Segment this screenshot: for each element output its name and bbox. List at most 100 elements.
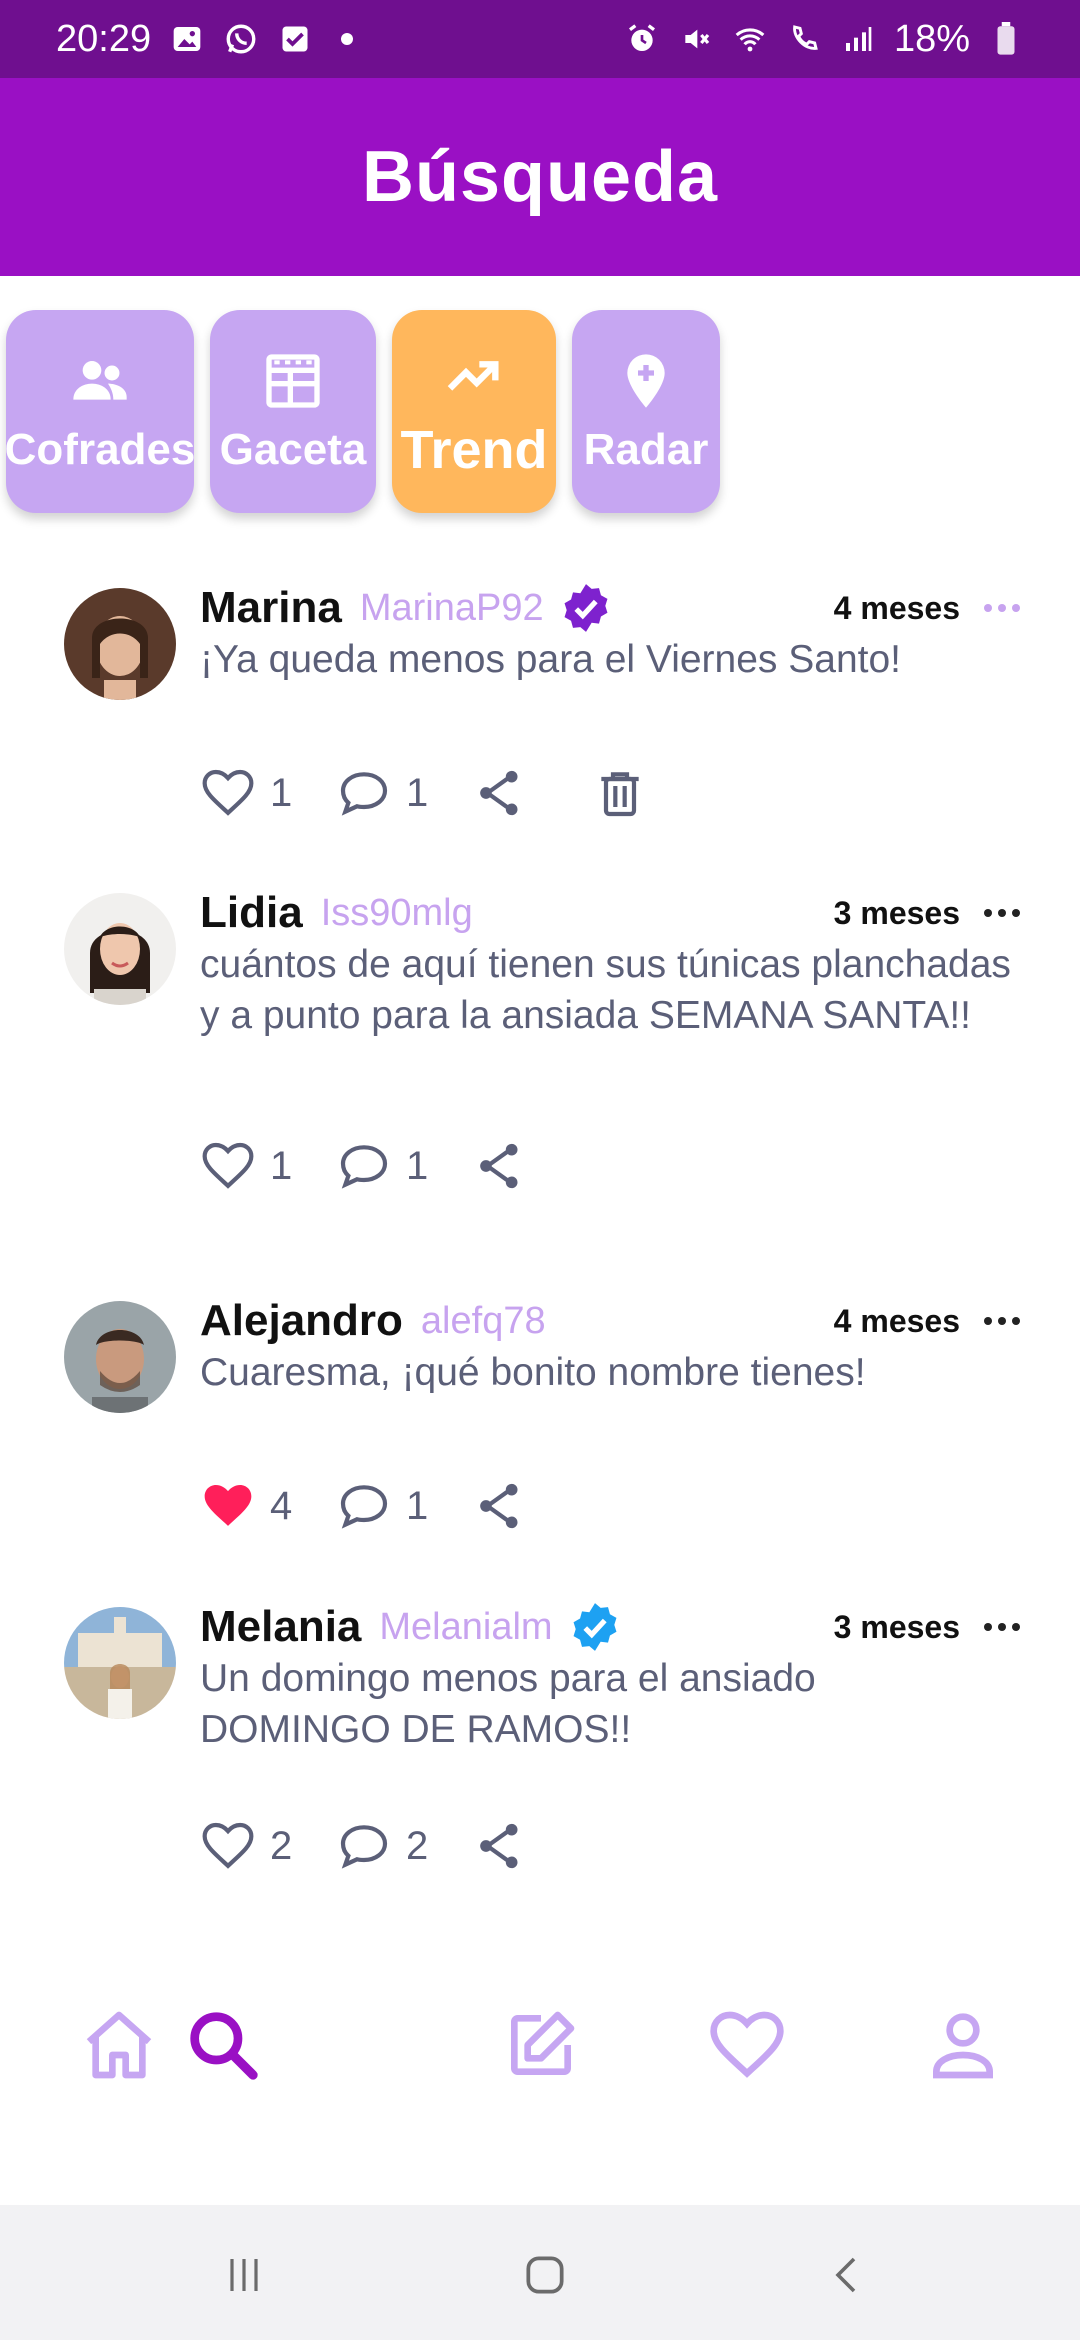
comment-icon xyxy=(340,1825,388,1869)
like-button[interactable]: 1 xyxy=(200,758,292,828)
author-name[interactable]: Marina xyxy=(200,583,342,633)
system-nav-bar xyxy=(0,2205,1080,2340)
more-options-icon[interactable] xyxy=(984,604,1020,612)
category-gaceta[interactable]: Gaceta xyxy=(210,310,376,513)
author-name[interactable]: Lidia xyxy=(200,888,303,938)
verified-badge-icon xyxy=(564,584,608,632)
comment-icon xyxy=(340,1485,388,1529)
app-bar: Búsqueda xyxy=(0,78,1080,276)
home-circle-icon xyxy=(526,2256,564,2294)
heart-filled-icon xyxy=(204,1485,252,1526)
nav-home[interactable] xyxy=(74,2000,164,2090)
battery-percent: 18% xyxy=(893,17,970,60)
check-icon xyxy=(277,21,313,57)
category-trend[interactable]: Trend xyxy=(392,310,556,513)
comment-button[interactable]: 1 xyxy=(336,1131,428,1201)
trash-icon xyxy=(601,772,639,817)
category-tabs: Cofrades Gaceta Trend Radar xyxy=(0,310,1080,515)
category-label: Radar xyxy=(583,424,709,474)
nav-compose[interactable] xyxy=(496,2000,586,2090)
more-options-icon[interactable] xyxy=(984,1317,1020,1325)
post-actions: 1 1 xyxy=(200,1131,900,1201)
share-button[interactable] xyxy=(472,1471,528,1541)
more-options-icon[interactable] xyxy=(984,1623,1020,1631)
like-button[interactable]: 1 xyxy=(200,1131,292,1201)
notification-dot xyxy=(341,33,354,45)
location-pin-icon xyxy=(627,353,665,408)
post-time: 3 meses xyxy=(833,894,960,931)
nav-search[interactable] xyxy=(178,2000,268,2090)
share-button[interactable] xyxy=(472,1811,528,1880)
post-actions: 4 1 xyxy=(200,1471,900,1541)
back-button[interactable] xyxy=(818,2245,878,2305)
author-handle[interactable]: MarinaP92 xyxy=(360,587,544,630)
whatsapp-icon xyxy=(223,21,259,57)
mute-icon xyxy=(678,21,714,57)
edit-icon xyxy=(511,2011,575,2075)
image-icon xyxy=(169,21,205,57)
heart-outline-icon xyxy=(202,769,254,816)
status-bar: 20:29 18% xyxy=(0,0,1080,78)
author-name[interactable]: Melania xyxy=(200,1602,361,1652)
post-time: 4 meses xyxy=(833,589,960,626)
comment-button[interactable]: 1 xyxy=(336,758,428,828)
post-text: Un domingo menos para el ansiado DOMINGO… xyxy=(200,1657,816,1751)
avatar[interactable] xyxy=(64,588,176,700)
signal-icon xyxy=(840,21,876,57)
share-icon xyxy=(480,1143,518,1189)
comment-count: 2 xyxy=(406,1823,429,1868)
share-button[interactable] xyxy=(472,758,528,828)
delete-button[interactable] xyxy=(592,758,648,828)
post-feed: Marina MarinaP92 4 meses ¡Ya queda menos… xyxy=(0,540,1080,1880)
recent-apps-button[interactable] xyxy=(214,2245,274,2305)
like-count: 2 xyxy=(270,1823,293,1868)
like-count: 1 xyxy=(270,770,293,815)
post-actions: 1 1 xyxy=(200,758,900,828)
share-icon xyxy=(480,1483,518,1529)
post-actions: 2 2 xyxy=(200,1811,900,1880)
comment-icon xyxy=(340,772,388,816)
share-icon xyxy=(480,770,518,816)
post-header: Marina MarinaP92 4 meses xyxy=(200,578,1020,638)
category-label: Gaceta xyxy=(219,424,367,474)
author-name[interactable]: Alejandro xyxy=(200,1296,403,1346)
author-handle[interactable]: Iss90mlg xyxy=(321,892,473,935)
author-handle[interactable]: alefq78 xyxy=(421,1300,546,1343)
share-icon xyxy=(480,1823,518,1869)
like-button[interactable]: 2 xyxy=(200,1811,292,1880)
comment-button[interactable]: 2 xyxy=(336,1811,428,1880)
comment-count: 1 xyxy=(406,1143,429,1188)
avatar[interactable] xyxy=(64,1301,176,1413)
share-button[interactable] xyxy=(472,1131,528,1201)
back-icon xyxy=(835,2257,856,2293)
verified-badge-icon xyxy=(573,1603,617,1651)
trending-icon xyxy=(447,360,499,391)
people-icon xyxy=(73,360,127,400)
home-button[interactable] xyxy=(515,2245,575,2305)
like-count: 1 xyxy=(270,1143,293,1188)
post-time: 4 meses xyxy=(833,1302,960,1339)
heart-outline-icon xyxy=(202,1822,254,1869)
comment-button[interactable]: 1 xyxy=(336,1471,428,1541)
more-options-icon[interactable] xyxy=(984,909,1020,917)
newspaper-icon xyxy=(266,353,320,408)
bottom-nav xyxy=(0,1960,1080,2130)
category-label: Trend xyxy=(400,419,548,480)
category-cofrades[interactable]: Cofrades xyxy=(4,310,196,513)
nav-profile[interactable] xyxy=(918,2000,1008,2090)
avatar[interactable] xyxy=(64,893,176,1005)
like-button[interactable]: 4 xyxy=(200,1471,292,1541)
avatar[interactable] xyxy=(64,1607,176,1719)
category-radar[interactable]: Radar xyxy=(572,310,720,513)
call-icon xyxy=(786,21,822,57)
nav-favorites[interactable] xyxy=(702,2000,792,2090)
author-handle[interactable]: Melanialm xyxy=(379,1606,552,1649)
post-header: Melania Melanialm 3 meses xyxy=(200,1597,1020,1657)
post-text: Cuaresma, ¡qué bonito nombre tienes! xyxy=(200,1351,866,1394)
category-label: Cofrades xyxy=(4,424,196,474)
wifi-icon xyxy=(732,21,768,57)
heart-icon xyxy=(710,2011,784,2078)
post-header: Alejandro alefq78 4 meses xyxy=(200,1291,1020,1351)
post-time: 3 meses xyxy=(833,1608,960,1645)
heart-outline-icon xyxy=(202,1142,254,1189)
